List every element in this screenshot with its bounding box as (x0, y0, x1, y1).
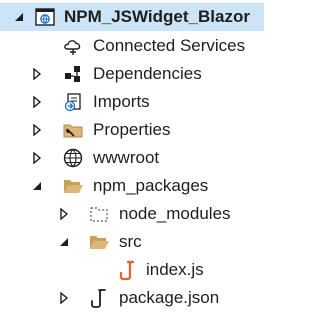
chevron-collapsed-icon[interactable] (57, 284, 71, 312)
imports-label: Imports (93, 92, 150, 111)
globe-icon (62, 147, 84, 169)
json-file-icon (88, 287, 110, 309)
folder-open-icon (88, 231, 110, 253)
tree-item-node-modules[interactable]: node_modules (0, 200, 264, 228)
chevron-collapsed-icon[interactable] (57, 200, 71, 228)
chevron-collapsed-icon[interactable] (30, 116, 44, 144)
tree-item-npm-packages[interactable]: npm_packages (0, 172, 264, 200)
chevron-collapsed-icon[interactable] (30, 60, 44, 88)
chevron-collapsed-icon[interactable] (30, 144, 44, 172)
tree-item-properties[interactable]: Properties (0, 116, 264, 144)
connected-services-icon (62, 35, 84, 57)
project-label: NPM_JSWidget_Blazor (64, 7, 250, 26)
tree-item-connected-services[interactable]: Connected Services (0, 32, 264, 60)
node-modules-label: node_modules (119, 204, 231, 223)
properties-folder-icon (62, 119, 84, 141)
dependencies-icon (62, 63, 84, 85)
src-label: src (119, 232, 142, 251)
tree-item-src[interactable]: src (0, 228, 264, 256)
index-js-label: index.js (146, 260, 204, 279)
folder-open-icon (62, 175, 84, 197)
imports-icon (62, 91, 84, 113)
chevron-expanded-icon[interactable] (12, 3, 26, 31)
npm-packages-label: npm_packages (93, 176, 209, 195)
excluded-folder-icon (88, 203, 110, 225)
tree-item-dependencies[interactable]: Dependencies (0, 60, 264, 88)
wwwroot-label: wwwroot (93, 148, 160, 167)
chevron-expanded-icon[interactable] (30, 172, 44, 200)
tree-item-imports[interactable]: Imports (0, 88, 264, 116)
tree-item-package-json[interactable]: package.json (0, 284, 264, 312)
package-json-label: package.json (119, 288, 220, 307)
connected-services-label: Connected Services (93, 36, 246, 55)
tree-item-wwwroot[interactable]: wwwroot (0, 144, 264, 172)
js-file-icon (116, 259, 138, 281)
tree-item-index-js[interactable]: index.js (0, 256, 264, 284)
chevron-expanded-icon[interactable] (57, 228, 71, 256)
web-project-icon (34, 6, 56, 28)
dependencies-label: Dependencies (93, 64, 202, 83)
properties-label: Properties (93, 120, 171, 139)
chevron-collapsed-icon[interactable] (30, 88, 44, 116)
tree-item-project[interactable]: NPM_JSWidget_Blazor (0, 3, 264, 31)
